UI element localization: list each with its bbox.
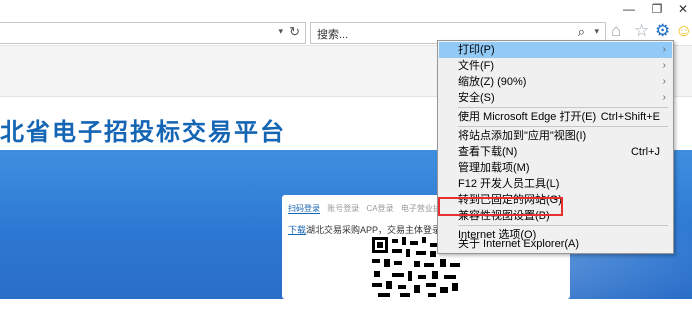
- tab-qr-login[interactable]: 扫码登录: [288, 204, 320, 214]
- menu-item-open-in-edge[interactable]: 使用 Microsoft Edge 打开(E) Ctrl+Shift+E: [439, 109, 672, 125]
- search-placeholder: 搜索...: [317, 29, 349, 41]
- smiley-feedback-icon[interactable]: ☺: [675, 22, 692, 40]
- chevron-right-icon: ›: [662, 44, 666, 55]
- highlight-box: [438, 197, 563, 216]
- chevron-right-icon: ›: [662, 92, 666, 103]
- menu-item-add-to-apps-view[interactable]: 将站点添加到"应用"视图(I): [439, 128, 672, 144]
- chevron-right-icon: ›: [662, 60, 666, 71]
- address-bar[interactable]: ▾ ↻: [0, 22, 306, 44]
- maximize-button[interactable]: ❐: [650, 2, 664, 16]
- gear-icon[interactable]: ⚙: [655, 22, 670, 40]
- refresh-icon[interactable]: ↻: [289, 24, 300, 40]
- menu-separator: [458, 126, 668, 127]
- menu-separator: [458, 225, 668, 226]
- tab-account-login[interactable]: 账号登录: [327, 204, 359, 213]
- login-tabs: 扫码登录 账号登录 CA登录 电子营业执照: [288, 203, 454, 214]
- menu-item-f12-devtools[interactable]: F12 开发人员工具(L): [439, 176, 672, 192]
- menu-item-zoom[interactable]: 缩放(Z) (90%) ›: [439, 74, 672, 90]
- home-icon[interactable]: ⌂: [611, 22, 621, 40]
- minimize-button[interactable]: —: [622, 2, 636, 16]
- search-dropdown-icon[interactable]: ▾: [594, 26, 599, 37]
- title-bar: — ❐ ✕: [0, 0, 692, 18]
- tab-ca-login[interactable]: CA登录: [366, 204, 393, 213]
- favorites-icon[interactable]: ☆: [634, 22, 649, 40]
- menu-item-manage-addons[interactable]: 管理加载项(M): [439, 160, 672, 176]
- page-title: 北省电子招投标交易平台: [0, 118, 286, 146]
- address-dropdown-icon[interactable]: ▾: [278, 26, 283, 37]
- close-button[interactable]: ✕: [676, 2, 690, 16]
- download-hint-text: 湖北交易采购APP，交易主体登录后: [306, 225, 451, 235]
- search-icon[interactable]: ⌕: [578, 24, 585, 40]
- menu-item-view-downloads[interactable]: 查看下载(N) Ctrl+J: [439, 144, 672, 160]
- menu-separator: [458, 107, 668, 108]
- shortcut-label: Ctrl+J: [630, 146, 660, 158]
- chevron-right-icon: ›: [662, 76, 666, 87]
- menu-item-file[interactable]: 文件(F) ›: [439, 58, 672, 74]
- menu-item-safety[interactable]: 安全(S) ›: [439, 90, 672, 106]
- download-link[interactable]: 下载: [288, 225, 306, 235]
- menu-item-print[interactable]: 打印(P) ›: [439, 42, 672, 58]
- tools-menu: 打印(P) › 文件(F) › 缩放(Z) (90%) › 安全(S) › 使用…: [437, 40, 674, 254]
- menu-item-about-ie[interactable]: 关于 Internet Explorer(A): [439, 239, 672, 252]
- shortcut-label: Ctrl+Shift+E: [600, 111, 660, 123]
